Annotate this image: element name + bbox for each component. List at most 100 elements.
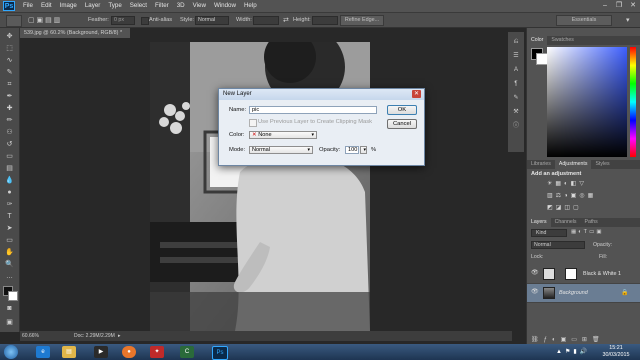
tool-presets-icon[interactable]: ⚒ [511, 108, 521, 117]
start-button-icon[interactable] [4, 345, 18, 359]
swap-icon[interactable]: ⇄ [283, 16, 289, 25]
eraser-tool-icon[interactable]: ▭ [4, 152, 15, 162]
app-icon[interactable]: ✦ [150, 346, 164, 358]
menu-file[interactable]: File [19, 0, 37, 12]
layer-filter-kind[interactable]: Kind [531, 229, 567, 237]
camtasia-icon[interactable]: C [180, 346, 194, 358]
marquee-tool-icon[interactable] [6, 15, 22, 27]
visibility-eye-icon[interactable]: 👁 [531, 289, 539, 296]
tray-icons[interactable]: ▲⚑▮🔊 [556, 348, 590, 355]
menu-layer[interactable]: Layer [81, 0, 104, 12]
properties-icon[interactable]: ☰ [511, 52, 521, 61]
layer-mask-thumbnail[interactable] [565, 268, 577, 280]
menu-edit[interactable]: Edit [37, 0, 56, 12]
restore-button[interactable]: ❐ [612, 1, 626, 11]
mode-select[interactable]: Normal ▾ [249, 146, 313, 154]
minimize-button[interactable]: – [598, 1, 612, 11]
hand-tool-icon[interactable]: ✋ [4, 248, 15, 258]
color-select[interactable]: ✕ None ▾ [249, 131, 317, 139]
gradient-tool-icon[interactable]: ▤ [4, 164, 15, 174]
pen-tool-icon[interactable]: ✑ [4, 200, 15, 210]
style-select[interactable]: Normal [195, 16, 229, 25]
lasso-tool-icon[interactable]: ∿ [4, 56, 15, 66]
adjust-icons-row-3[interactable]: ◩◪◫▢ [547, 204, 582, 211]
layer-row[interactable]: 👁 Black & White 1 [527, 265, 640, 284]
color-picker-field[interactable] [547, 47, 627, 157]
firefox-icon[interactable]: ● [122, 346, 136, 358]
healing-brush-tool-icon[interactable]: ✚ [4, 104, 15, 114]
path-select-tool-icon[interactable]: ➤ [4, 224, 15, 234]
background-color-swatch[interactable] [8, 291, 18, 301]
hue-slider[interactable] [630, 47, 636, 157]
layer-name-input[interactable]: pic [249, 106, 377, 114]
layer-filter-icons[interactable]: ▦◐T▭▣ [571, 229, 604, 235]
cancel-button[interactable]: Cancel [387, 119, 417, 129]
history-brush-tool-icon[interactable]: ↺ [4, 140, 15, 150]
clone-stamp-tool-icon[interactable]: ⚇ [4, 128, 15, 138]
tab-channels[interactable]: Channels [551, 218, 581, 227]
edit-toolbar-icon[interactable]: … [4, 272, 15, 282]
brush-presets-icon[interactable]: ✎ [511, 94, 521, 103]
screen-mode-icon[interactable]: ▣ [4, 318, 15, 328]
eyedropper-tool-icon[interactable]: ✒ [4, 92, 15, 102]
marquee-tool-icon[interactable]: ⬚ [4, 44, 15, 54]
menu-view[interactable]: View [189, 0, 210, 12]
character-icon[interactable]: A [511, 66, 521, 75]
clock[interactable]: 15:21 30/03/2015 [598, 345, 634, 359]
paragraph-icon[interactable]: ¶ [511, 80, 521, 89]
antialias-checkbox[interactable] [141, 17, 149, 25]
layer-name[interactable]: Black & White 1 [583, 265, 621, 283]
menu-filter[interactable]: Filter [151, 0, 173, 12]
clipping-mask-checkbox[interactable] [249, 119, 257, 127]
workspace-select[interactable]: Essentials [556, 15, 612, 26]
menu-select[interactable]: Select [126, 0, 151, 12]
tab-paths[interactable]: Paths [581, 218, 602, 227]
shape-tool-icon[interactable]: ▭ [4, 236, 15, 246]
crop-tool-icon[interactable]: ⌗ [4, 80, 15, 90]
history-icon[interactable]: ⎌ [511, 38, 521, 47]
tab-libraries[interactable]: Libraries [527, 160, 555, 169]
feather-input[interactable]: 0 px [111, 16, 135, 25]
tab-swatches[interactable]: Swatches [547, 36, 578, 45]
opacity-input[interactable]: 100 [345, 146, 359, 154]
quick-mask-icon[interactable]: ◙ [4, 304, 15, 314]
width-input[interactable] [253, 16, 279, 25]
zoom-tool-icon[interactable]: 🔍 [4, 260, 15, 270]
photoshop-taskbar-icon[interactable]: Ps [212, 346, 228, 360]
menu-3d[interactable]: 3D [173, 0, 189, 12]
status-arrow-icon[interactable]: ▸ [118, 331, 121, 341]
info-icon[interactable]: ⓘ [511, 122, 521, 131]
close-button[interactable]: ✕ [626, 1, 640, 11]
refine-edge-button[interactable]: Refine Edge... [340, 15, 384, 26]
workspace-arrow-icon[interactable]: ▾ [626, 16, 630, 25]
adjust-icons-row-1[interactable]: ☀▦◐◧▽ [547, 180, 587, 187]
internet-explorer-icon[interactable]: e [36, 346, 50, 358]
ok-button[interactable]: OK [387, 105, 417, 115]
dialog-close-button[interactable]: ✕ [412, 90, 421, 98]
menu-type[interactable]: Type [104, 0, 125, 12]
blur-tool-icon[interactable]: 💧 [4, 176, 15, 186]
opacity-dropdown[interactable]: ▾ [360, 146, 367, 154]
media-player-icon[interactable]: ▶ [94, 346, 108, 358]
selection-mode-icons[interactable]: ▢ ▣ ▤ ▥ [28, 16, 60, 25]
menu-help[interactable]: Help [240, 0, 261, 12]
document-tab[interactable]: 539.jpg @ 60.2% (Background, RGB/8) * × [20, 28, 130, 46]
layer-row[interactable]: 👁 Background 🔒 [527, 284, 640, 303]
tab-adjustments[interactable]: Adjustments [554, 160, 592, 169]
quick-select-tool-icon[interactable]: ✎ [4, 68, 15, 78]
layers-footer-icons[interactable]: ⛓ƒ◐▣▭⊞🗑 [531, 336, 605, 343]
zoom-level[interactable]: 60.66% [22, 331, 39, 341]
tab-styles[interactable]: Styles [591, 160, 613, 169]
brush-tool-icon[interactable]: ✏ [4, 116, 15, 126]
file-explorer-icon[interactable]: ▤ [62, 346, 76, 358]
adjust-icons-row-2[interactable]: ▥⚖◑▣◎▦ [547, 192, 596, 199]
document-image[interactable] [150, 42, 370, 331]
tab-layers[interactable]: Layers [527, 218, 551, 227]
type-tool-icon[interactable]: T [4, 212, 15, 222]
tab-color[interactable]: Color [527, 36, 548, 45]
visibility-eye-icon[interactable]: 👁 [531, 270, 539, 277]
height-input[interactable] [312, 16, 338, 25]
move-tool-icon[interactable]: ✥ [4, 32, 15, 42]
blend-mode-select[interactable]: Normal [531, 241, 585, 249]
menu-image[interactable]: Image [56, 0, 81, 12]
